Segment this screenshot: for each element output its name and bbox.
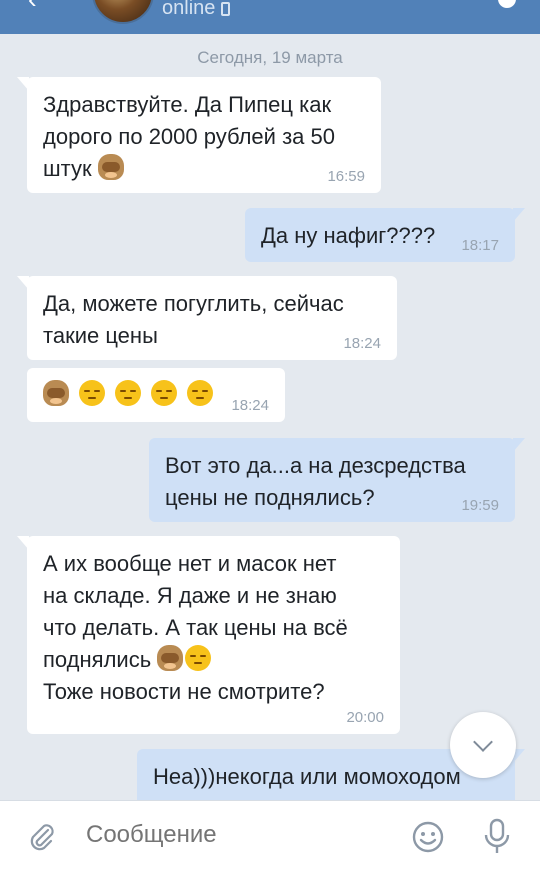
- message-incoming[interactable]: 18:24: [27, 368, 285, 422]
- message-time: 18:24: [343, 335, 381, 352]
- message-text-line: Вот это да...а на дезсредства: [165, 453, 466, 478]
- smile-icon[interactable]: [411, 820, 445, 854]
- message-incoming[interactable]: А их вообще нет и масок нет на складе. Я…: [17, 536, 400, 734]
- message-text-line: на складе. Я даже и не знаю: [43, 583, 337, 608]
- mobile-phone-icon: [221, 1, 231, 16]
- chat-header: ‹ online: [0, 0, 540, 34]
- microphone-icon[interactable]: [482, 817, 512, 857]
- online-status: online: [162, 0, 231, 20]
- message-text-line: штук: [43, 153, 365, 185]
- message-text-line: Тоже новости не смотрите?: [43, 679, 325, 704]
- message-time: 16:59: [327, 168, 365, 185]
- menu-icon[interactable]: [498, 0, 516, 8]
- message-time: 19:59: [461, 497, 499, 514]
- message-composer: [0, 800, 540, 872]
- status-text: online: [162, 0, 216, 19]
- message-outgoing[interactable]: Да ну нафиг???? 18:17: [245, 208, 525, 262]
- scroll-down-button[interactable]: [450, 712, 516, 778]
- back-arrow-icon[interactable]: ‹: [28, 0, 50, 12]
- pensive-face-icon: [185, 645, 212, 671]
- message-incoming[interactable]: Да, можете погуглить, сейчас такие цены …: [17, 276, 397, 360]
- see-no-evil-monkey-icon: [157, 645, 184, 671]
- message-time: 18:24: [231, 397, 269, 414]
- date-separator: Сегодня, 19 марта: [197, 48, 343, 67]
- message-input[interactable]: [86, 821, 386, 849]
- avatar[interactable]: [92, 0, 154, 24]
- message-outgoing[interactable]: Вот это да...а на дезсредства цены не по…: [149, 438, 525, 522]
- chevron-down-icon: [473, 732, 493, 752]
- pensive-face-icon: [115, 380, 141, 406]
- message-incoming[interactable]: Здравствуйте. Да Пипец как дорого по 200…: [17, 77, 381, 193]
- message-time: 18:17: [461, 237, 499, 254]
- pensive-face-icon: [187, 380, 213, 406]
- message-text-line: А их вообще нет и масок нет: [43, 551, 337, 576]
- pensive-face-icon: [151, 380, 177, 406]
- see-no-evil-monkey-icon: [43, 380, 69, 406]
- message-text-line: Здравствуйте. Да Пипец как: [43, 92, 332, 117]
- message-text-line: что делать. А так цены на всё: [43, 615, 348, 640]
- message-time: 20:00: [346, 709, 384, 726]
- message-text-line: поднялись: [43, 644, 384, 676]
- message-text-line: Да, можете погуглить, сейчас: [43, 291, 344, 316]
- paperclip-icon[interactable]: [26, 821, 58, 853]
- message-text-line: дорого по 2000 рублей за 50: [43, 124, 335, 149]
- pensive-face-icon: [79, 380, 105, 406]
- message-text-line: Неа)))некогда или момоходом: [153, 764, 461, 789]
- see-no-evil-monkey-icon: [97, 154, 124, 180]
- message-text-line: такие цены: [43, 323, 158, 348]
- message-text-line: цены не поднялись?: [165, 485, 375, 510]
